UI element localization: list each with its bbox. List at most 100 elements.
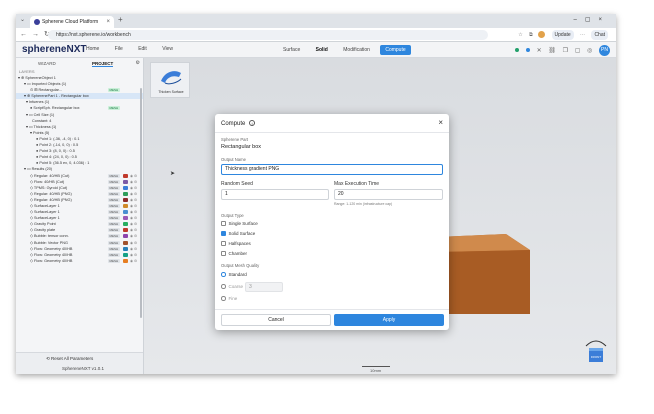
mode-modification[interactable]: Modification	[338, 45, 375, 55]
checkbox-icon[interactable]	[221, 241, 226, 246]
checkbox-icon[interactable]	[221, 251, 226, 256]
star-icon[interactable]: ☆	[518, 30, 522, 40]
color-swatch[interactable]	[123, 240, 128, 245]
update-button[interactable]: Update	[551, 30, 574, 40]
color-swatch[interactable]	[123, 228, 128, 233]
color-swatch[interactable]	[123, 179, 128, 184]
tree-row-badge: MESH	[108, 88, 120, 93]
dialog-title: Compute i	[221, 120, 256, 127]
menu-home[interactable]: Home	[86, 46, 99, 52]
color-swatch[interactable]	[123, 234, 128, 239]
link-icon[interactable]: ⛓	[548, 48, 556, 54]
mode-solid[interactable]: Solid	[311, 45, 333, 55]
output-type-option[interactable]: Single Surface	[221, 221, 258, 226]
thicken-surface-caption: Thicken Surface	[158, 90, 184, 94]
mesh-quality-option[interactable]: Standard	[221, 272, 247, 277]
dialog-divider	[215, 132, 449, 133]
menu-file[interactable]: File	[115, 46, 123, 52]
browser-tab-bar: ⌄ Spherene Cloud Platform × + –▢×	[16, 14, 616, 28]
info-icon[interactable]: i	[249, 120, 256, 126]
color-swatch[interactable]	[123, 222, 128, 227]
close-tab-icon[interactable]: ×	[106, 16, 110, 28]
output-type-option[interactable]: Chamber	[221, 251, 247, 256]
dialog-title-text: Compute	[221, 121, 246, 127]
copy-icon[interactable]: ❐	[563, 48, 568, 54]
sidebar-scrollbar[interactable]	[140, 88, 142, 318]
output-type-label: Single Surface	[228, 221, 258, 226]
menu-dots-icon[interactable]: ⋯	[580, 30, 585, 40]
browser-tab[interactable]: Spherene Cloud Platform ×	[30, 16, 114, 28]
status-sync-icon	[526, 48, 530, 53]
chat-button[interactable]: Chat	[591, 30, 608, 40]
max-time-hint: Range: 1-120 min (infrastructure cap)	[334, 202, 393, 206]
output-name-input[interactable]: Thickness gradient PNG	[221, 164, 443, 175]
sidebar-tabs: WIZARD PROJECT ⚙	[16, 58, 143, 68]
visibility-icon[interactable]: ◉⚙	[130, 258, 138, 264]
reset-parameters-button[interactable]: ⟲ Reset All Parameters	[46, 356, 93, 362]
color-swatch[interactable]	[123, 258, 128, 263]
tree-row-badge: MESH	[108, 228, 120, 233]
reset-parameters-label: Reset All Parameters	[51, 356, 94, 361]
color-swatch[interactable]	[123, 173, 128, 178]
mesh-quality-option[interactable]: Fine	[221, 296, 237, 301]
tab-project[interactable]: PROJECT	[92, 61, 114, 67]
color-swatch[interactable]	[123, 216, 128, 221]
mode-compute[interactable]: Compute	[380, 45, 411, 55]
color-swatch[interactable]	[123, 185, 128, 190]
radio-icon[interactable]	[221, 284, 226, 289]
mode-surface[interactable]: Surface	[278, 45, 305, 55]
window-controls[interactable]: –▢×	[573, 16, 610, 23]
random-seed-label: Random Seed	[221, 181, 253, 187]
tab-wizard[interactable]: WIZARD	[38, 61, 56, 66]
sidebar-footer: ⟲ Reset All Parameters SphereneNXT v1.0.…	[16, 352, 143, 374]
checkbox-icon[interactable]	[221, 221, 226, 226]
help-icon[interactable]: ◎	[587, 48, 592, 54]
app-logo[interactable]: sphereneNXT	[22, 44, 86, 55]
extensions-icon[interactable]: ⧉	[529, 30, 533, 40]
radio-icon[interactable]	[221, 272, 226, 277]
user-avatar[interactable]: PN	[599, 45, 610, 56]
thicken-surface-card[interactable]: Thicken Surface	[150, 62, 190, 98]
mesh-quality-label: Output Mesh Quality	[221, 263, 260, 268]
color-swatch[interactable]	[123, 252, 128, 257]
layers-heading: LAYERS	[19, 69, 35, 74]
tree-row-badge: MESH	[108, 203, 120, 208]
gear-icon[interactable]: ⚙	[136, 60, 140, 66]
color-swatch[interactable]	[123, 246, 128, 251]
tree-row-label: ◇ Flow: Geometry 40/HB	[30, 258, 73, 263]
output-type-option[interactable]: Halfspaces	[221, 241, 251, 246]
app-header: sphereneNXT Home File Edit View Surface …	[16, 42, 616, 58]
menu-view[interactable]: View	[162, 46, 173, 52]
browser-tab-title: Spherene Cloud Platform	[42, 19, 99, 25]
status-online-icon	[515, 48, 520, 53]
cancel-button[interactable]: Cancel	[221, 314, 331, 326]
tree-row[interactable]: ◇ Flow: Geometry 40/HB MESH ◉⚙	[16, 258, 143, 264]
orientation-gizmo[interactable]: FRONT	[584, 336, 608, 368]
random-seed-input[interactable]: 1	[221, 189, 329, 200]
mesh-quality-option[interactable]: Coarse	[221, 284, 243, 289]
scale-label: 10mm	[370, 368, 382, 373]
coarse-value-input[interactable]: 3	[245, 282, 283, 292]
color-swatch[interactable]	[123, 197, 128, 202]
mouse-cursor-icon: ➤	[170, 171, 176, 177]
close-icon[interactable]: ×	[438, 118, 443, 127]
apply-button[interactable]: Apply	[334, 314, 444, 326]
main-menu: Home File Edit View	[86, 46, 187, 52]
max-time-input[interactable]: 20	[334, 189, 443, 200]
radio-icon[interactable]	[221, 296, 226, 301]
profile-avatar[interactable]	[538, 31, 546, 39]
checkbox-icon[interactable]	[221, 231, 226, 236]
ruler-icon[interactable]: ✕	[537, 48, 542, 54]
url-input[interactable]: https://nxt.spherene.io/workbench	[48, 30, 488, 40]
new-tab-icon[interactable]: +	[118, 15, 123, 24]
browser-address-bar: ←→↻ https://nxt.spherene.io/workbench ☆ …	[16, 28, 616, 42]
tree-row-badge: MESH	[108, 258, 120, 263]
favicon-icon	[34, 19, 40, 25]
color-swatch[interactable]	[123, 210, 128, 215]
color-swatch[interactable]	[123, 203, 128, 208]
menu-edit[interactable]: Edit	[138, 46, 147, 52]
output-type-option[interactable]: Solid Surface	[221, 231, 255, 236]
color-swatch[interactable]	[123, 191, 128, 196]
chat-icon[interactable]: ▢	[575, 48, 581, 54]
tab-list-chevron-icon[interactable]: ⌄	[20, 16, 25, 23]
